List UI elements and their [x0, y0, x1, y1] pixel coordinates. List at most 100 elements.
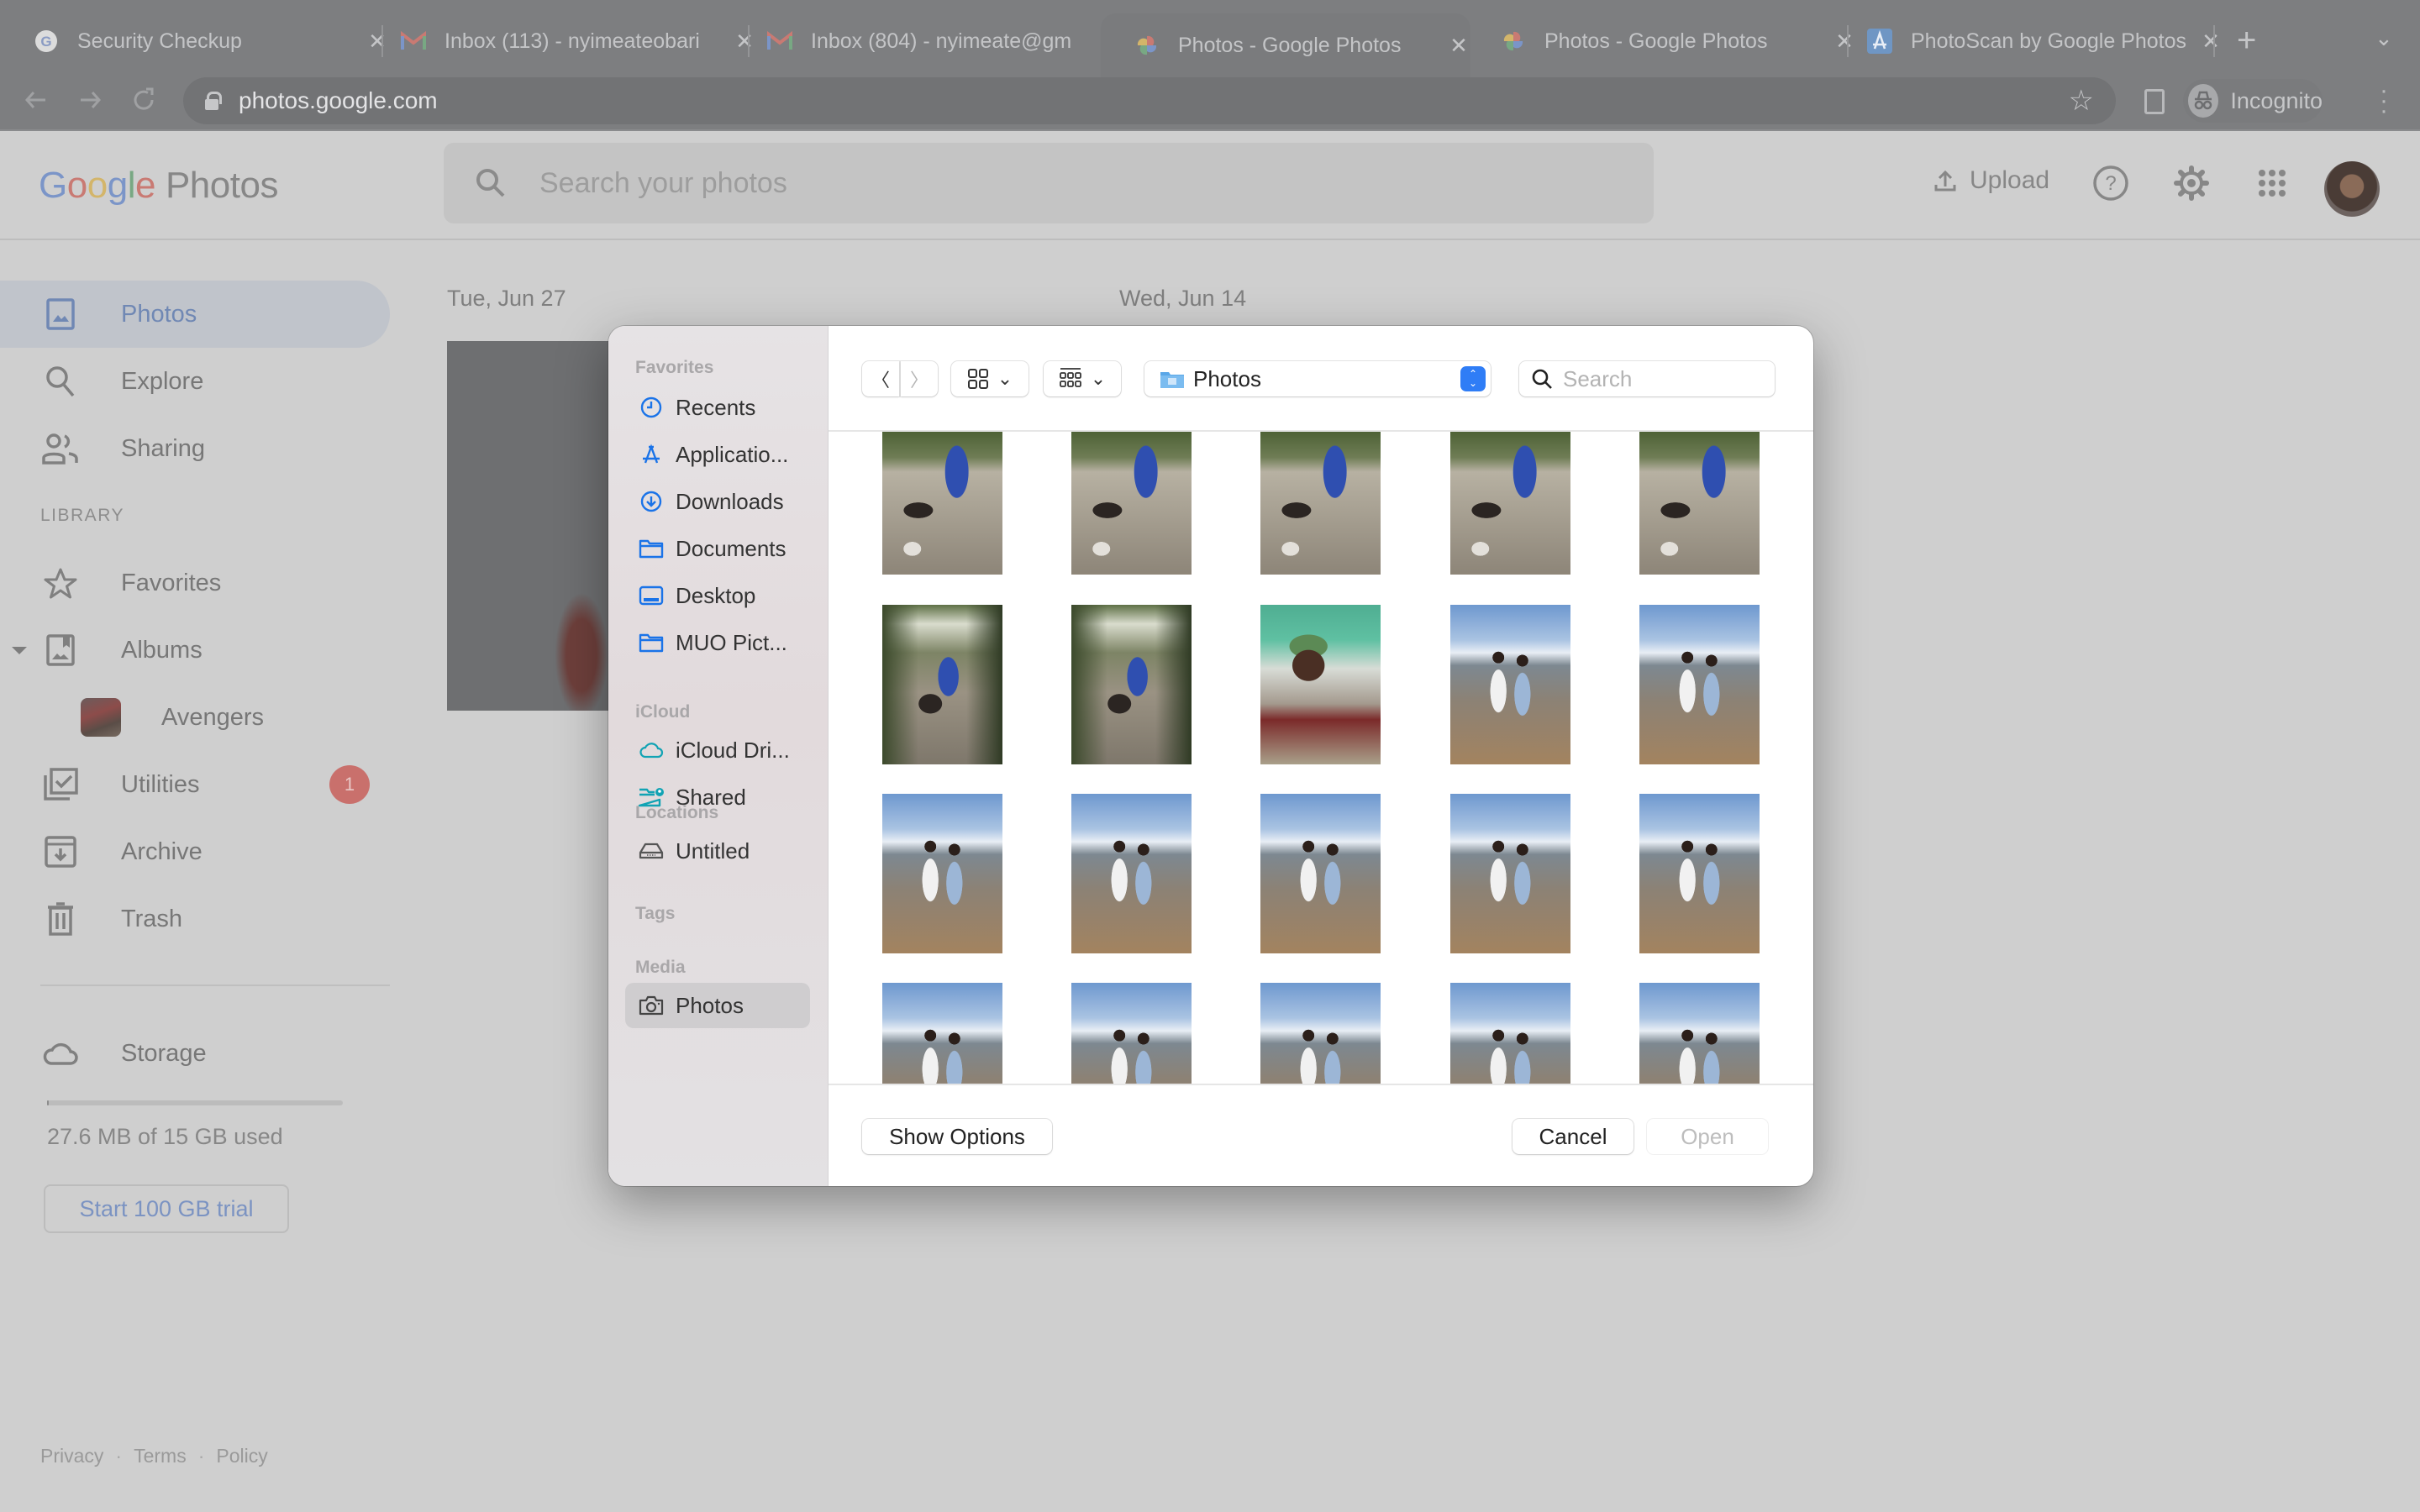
tab-separator [2213, 25, 2215, 57]
location-popup[interactable]: Photos ⌃ ⌄ [1144, 361, 1491, 396]
sidebar-item-utilities[interactable]: Utilities 1 [0, 751, 390, 818]
photo-thumbnail[interactable] [1639, 794, 1760, 953]
help-icon: ? [2093, 165, 2128, 201]
forward-button[interactable] [76, 86, 104, 122]
icon-view-icon [967, 369, 988, 389]
sidebar-item-storage[interactable]: Storage [0, 1020, 390, 1087]
sidebar-item-label: Archive [121, 837, 203, 865]
tab-inbox-113[interactable]: Inbox (113) - nyimeateobari ✕ [367, 13, 757, 69]
tab-photoscan[interactable]: PhotoScan by Google Photos ✕ [1833, 13, 2223, 69]
cancel-button[interactable]: Cancel [1512, 1119, 1634, 1154]
dialog-sidebar-item[interactable]: Untitled [625, 828, 810, 874]
photo-thumbnail[interactable] [447, 341, 615, 711]
address-bar-row: photos.google.com ☆ Incognito · · · [0, 77, 2420, 131]
cloud-icon [42, 1035, 79, 1072]
photo-thumbnail[interactable] [882, 432, 1002, 575]
dialog-sidebar-item[interactable]: Photos [625, 983, 810, 1028]
photo-thumbnail[interactable] [1260, 983, 1381, 1084]
url-field[interactable]: photos.google.com ☆ [183, 77, 2116, 124]
search-icon [1532, 369, 1552, 389]
dialog-sidebar-item[interactable]: Applicatio... [625, 432, 810, 477]
help-button[interactable]: ? [2089, 161, 2133, 205]
tab-google-photos-active[interactable]: Photos - Google Photos ✕ [1101, 13, 1470, 77]
photo-thumbnail[interactable] [882, 794, 1002, 953]
photo-thumbnail[interactable] [1639, 432, 1760, 575]
sidebar-item-favorites[interactable]: Favorites [0, 549, 390, 617]
dialog-sidebar-item[interactable]: Downloads [625, 479, 810, 524]
policy-link[interactable]: Policy [216, 1445, 267, 1467]
sidebar-item-sharing[interactable]: Sharing [0, 415, 390, 482]
incognito-indicator[interactable]: Incognito [2183, 79, 2323, 123]
folder-icon [637, 534, 666, 563]
sidebar-item-albums[interactable]: Albums [0, 617, 390, 684]
gallery-group-icon [1059, 368, 1081, 387]
upload-button[interactable]: Upload [1933, 166, 2049, 195]
expand-triangle-icon[interactable] [12, 647, 27, 654]
group-by-button[interactable]: ⌄ [1044, 361, 1121, 396]
new-tab-button[interactable]: + [2237, 22, 2256, 60]
sidebar-item-label: Sharing [121, 434, 205, 462]
tab-google-photos[interactable]: Photos - Google Photos ✕ [1467, 13, 1857, 69]
sidebar-item-album-avengers[interactable]: Avengers [0, 684, 390, 751]
side-panel-icon[interactable] [2144, 89, 2165, 114]
back-button[interactable]: 〈 [862, 361, 899, 396]
show-options-button[interactable]: Show Options [862, 1119, 1052, 1154]
photo-thumbnail[interactable] [1260, 432, 1381, 575]
photo-thumbnail[interactable] [1450, 605, 1570, 764]
reload-icon [134, 87, 154, 110]
tab-inbox-804[interactable]: Inbox (804) - nyimeate@gm ✕ [734, 13, 1123, 69]
terms-link[interactable]: Terms [134, 1445, 187, 1467]
open-button[interactable]: Open [1647, 1119, 1768, 1154]
arrow-left-icon [24, 92, 45, 108]
browser-menu-icon[interactable]: · · · [2380, 78, 2388, 123]
photo-thumbnail[interactable] [1450, 983, 1570, 1084]
photo-thumbnail[interactable] [1450, 794, 1570, 953]
photo-thumbnail[interactable] [1071, 794, 1192, 953]
sidebar-item-explore[interactable]: Explore [0, 348, 390, 415]
dialog-sidebar-item[interactable]: Desktop [625, 573, 810, 618]
photo-thumbnail[interactable] [1260, 605, 1381, 764]
dialog-search-field[interactable] [1519, 361, 1775, 396]
sidebar-item-label: Explore [121, 367, 204, 395]
photo-thumbnail[interactable] [1071, 983, 1192, 1084]
tab-search-chevron-icon[interactable]: ⌄ [2375, 25, 2393, 51]
back-button[interactable] [22, 86, 50, 122]
sidebar-item-archive[interactable]: Archive [0, 818, 390, 885]
reload-button[interactable] [129, 86, 158, 122]
forward-button[interactable]: 〉 [901, 361, 938, 396]
photo-search-input[interactable]: Search your photos [444, 143, 1654, 223]
settings-button[interactable] [2170, 161, 2213, 205]
start-trial-button[interactable]: Start 100 GB trial [44, 1184, 289, 1233]
apps-button[interactable] [2250, 161, 2294, 205]
sidebar-item-photos[interactable]: Photos [0, 281, 390, 348]
bookmark-star-icon[interactable]: ☆ [2069, 84, 2094, 118]
dialog-sidebar-item[interactable]: iCloud Dri... [625, 727, 810, 773]
photo-thumbnail[interactable] [1639, 605, 1760, 764]
logo-letter: o [87, 165, 108, 206]
tab-security-checkup[interactable]: G Security Checkup ✕ [0, 13, 390, 69]
photo-thumbnail[interactable] [882, 605, 1002, 764]
dialog-sidebar-item[interactable]: Recents [625, 385, 810, 430]
dialog-search-input[interactable] [1563, 365, 1765, 392]
app-header: Google Photos Search your photos Upload ? [0, 131, 2420, 240]
sidebar-item-trash[interactable]: Trash [0, 885, 390, 953]
google-photos-logo[interactable]: Google Photos [39, 165, 278, 207]
dialog-sidebar-item[interactable]: MUO Pict... [625, 620, 810, 665]
photo-thumbnail[interactable] [1260, 794, 1381, 953]
google-photos-icon [1501, 29, 1526, 54]
dialog-sidebar-item[interactable]: Documents [625, 526, 810, 571]
photo-thumbnail[interactable] [1071, 605, 1192, 764]
privacy-link[interactable]: Privacy [40, 1445, 103, 1467]
photo-thumbnail[interactable] [1071, 432, 1192, 575]
storage-progress-fill [47, 1100, 50, 1105]
photo-thumbnail[interactable] [1639, 983, 1760, 1084]
dialog-sidebar-item-label: Applicatio... [676, 441, 789, 467]
photo-thumbnail[interactable] [1450, 432, 1570, 575]
photo-thumbnail[interactable] [882, 983, 1002, 1084]
google-photos-icon [1134, 33, 1160, 58]
app-store-icon [1867, 29, 1892, 54]
account-avatar[interactable] [2324, 161, 2380, 217]
view-mode-button[interactable]: ⌄ [951, 361, 1028, 396]
close-icon[interactable]: ✕ [2198, 29, 2223, 55]
photos-folder-icon [1160, 372, 1184, 388]
